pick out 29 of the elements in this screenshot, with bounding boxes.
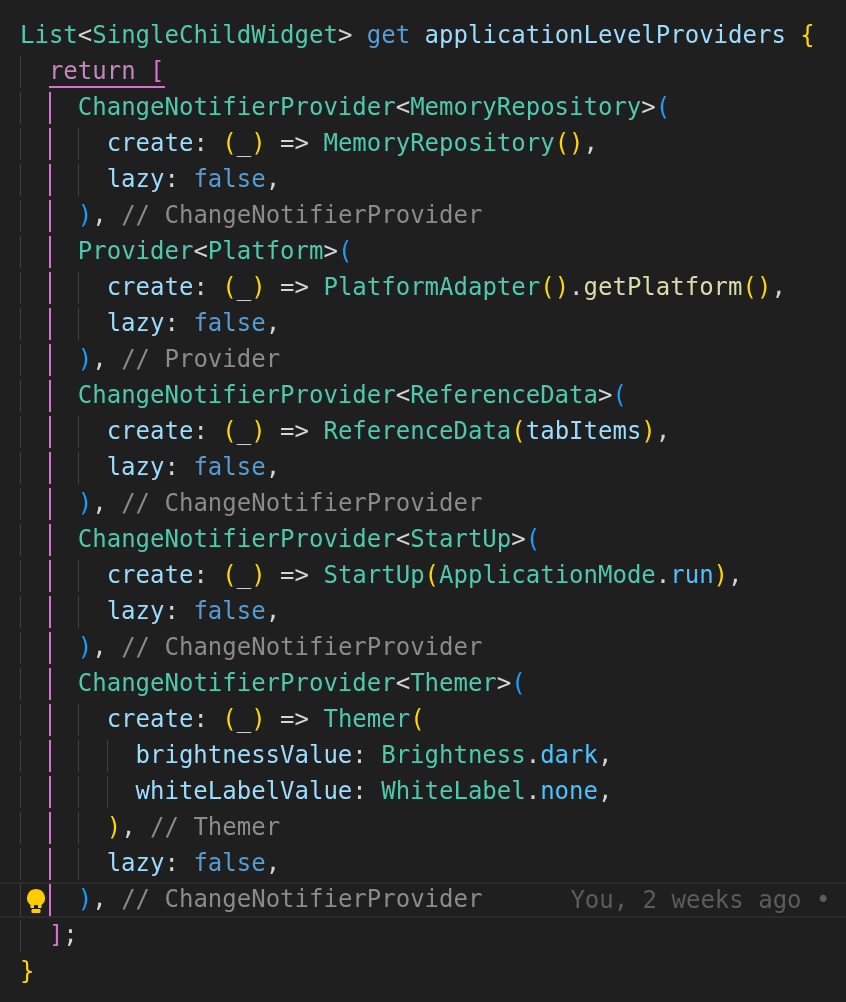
code-line: lazy: false,	[106, 308, 281, 339]
blame-annotation: You, 2 weeks ago •	[570, 885, 831, 916]
code-line: ChangeNotifierProvider<StartUp>(	[77, 524, 541, 555]
code-line: ChangeNotifierProvider<Themer>(	[77, 668, 526, 699]
code-line: whiteLabelValue: WhiteLabel.none,	[135, 776, 613, 807]
code-line: ), // Themer	[106, 812, 281, 843]
code-line: ), // ChangeNotifierProvider	[77, 200, 483, 231]
code-line: lazy: false,	[106, 596, 281, 627]
code-line: create: (_) => ReferenceData(tabItems),	[106, 416, 671, 447]
code-line: ), // ChangeNotifierProvider	[77, 884, 483, 915]
lightbulb-icon[interactable]	[25, 888, 47, 914]
code-line: create: (_) => Themer(	[106, 704, 425, 735]
code-line: ChangeNotifierProvider<ReferenceData>(	[77, 380, 627, 411]
code-line: ), // ChangeNotifierProvider	[77, 488, 483, 519]
code-line: Provider<Platform>(	[77, 236, 353, 267]
code-line: brightnessValue: Brightness.dark,	[135, 740, 613, 771]
code-line: ChangeNotifierProvider<MemoryRepository>(	[77, 92, 671, 123]
code-line: create: (_) => StartUp(ApplicationMode.run),	[106, 560, 743, 591]
code-line: create: (_) => PlatformAdapter().getPlatform(),	[106, 272, 786, 303]
code-line: ];	[48, 920, 78, 951]
code-line: lazy: false,	[106, 452, 281, 483]
code-line: lazy: false,	[106, 848, 281, 879]
code-line: }	[20, 956, 35, 987]
code-line: return [	[48, 56, 165, 88]
code-line: ), // Provider	[77, 344, 281, 375]
code-line: create: (_) => MemoryRepository(),	[106, 128, 598, 159]
code-line: lazy: false,	[106, 164, 281, 195]
code-line: List<SingleChildWidget> get applicationLevelProviders {	[20, 20, 815, 51]
code-line: ), // ChangeNotifierProvider	[77, 632, 483, 663]
